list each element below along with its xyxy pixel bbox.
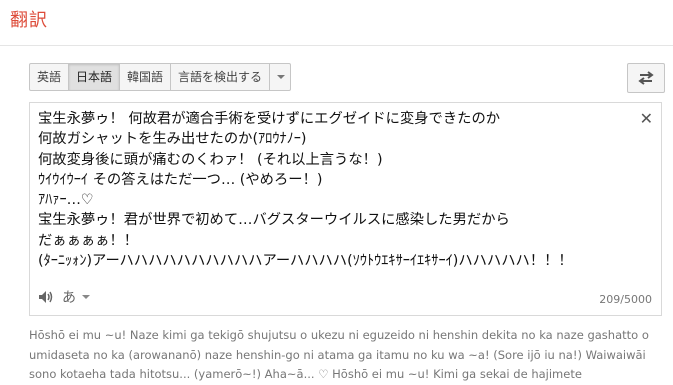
- source-toolbar: あ: [38, 287, 90, 307]
- input-tools-button[interactable]: あ: [62, 287, 76, 307]
- swap-languages-button[interactable]: [627, 63, 665, 93]
- source-text[interactable]: 宝生永夢ゥ！ 何故君が適合手術を受けずにエグゼイドに変身できたのか 何故ガシャッ…: [38, 109, 628, 271]
- tab-japanese[interactable]: 日本語: [69, 64, 121, 90]
- tab-detect-language[interactable]: 言語を検出する: [171, 64, 271, 90]
- header-divider: [0, 45, 673, 46]
- tab-english[interactable]: 英語: [30, 64, 70, 90]
- close-icon[interactable]: ✕: [640, 109, 653, 128]
- character-count: 209/5000: [599, 293, 652, 306]
- more-languages-dropdown[interactable]: [270, 64, 290, 90]
- source-language-bar: 英語 日本語 韓国語 言語を検出する: [29, 63, 292, 91]
- source-text-area[interactable]: 宝生永夢ゥ！ 何故君が適合手術を受けずにエグゼイドに変身できたのか 何故ガシャッ…: [29, 102, 662, 316]
- romanization-text: Hōshō ei mu ~u! Naze kimi ga tekigō shuj…: [29, 328, 649, 381]
- page-title: 翻訳: [10, 10, 48, 31]
- chevron-down-icon[interactable]: [82, 295, 90, 299]
- tab-korean[interactable]: 韓国語: [120, 64, 172, 90]
- speaker-icon[interactable]: [38, 290, 54, 304]
- swap-arrows-icon: [638, 71, 654, 85]
